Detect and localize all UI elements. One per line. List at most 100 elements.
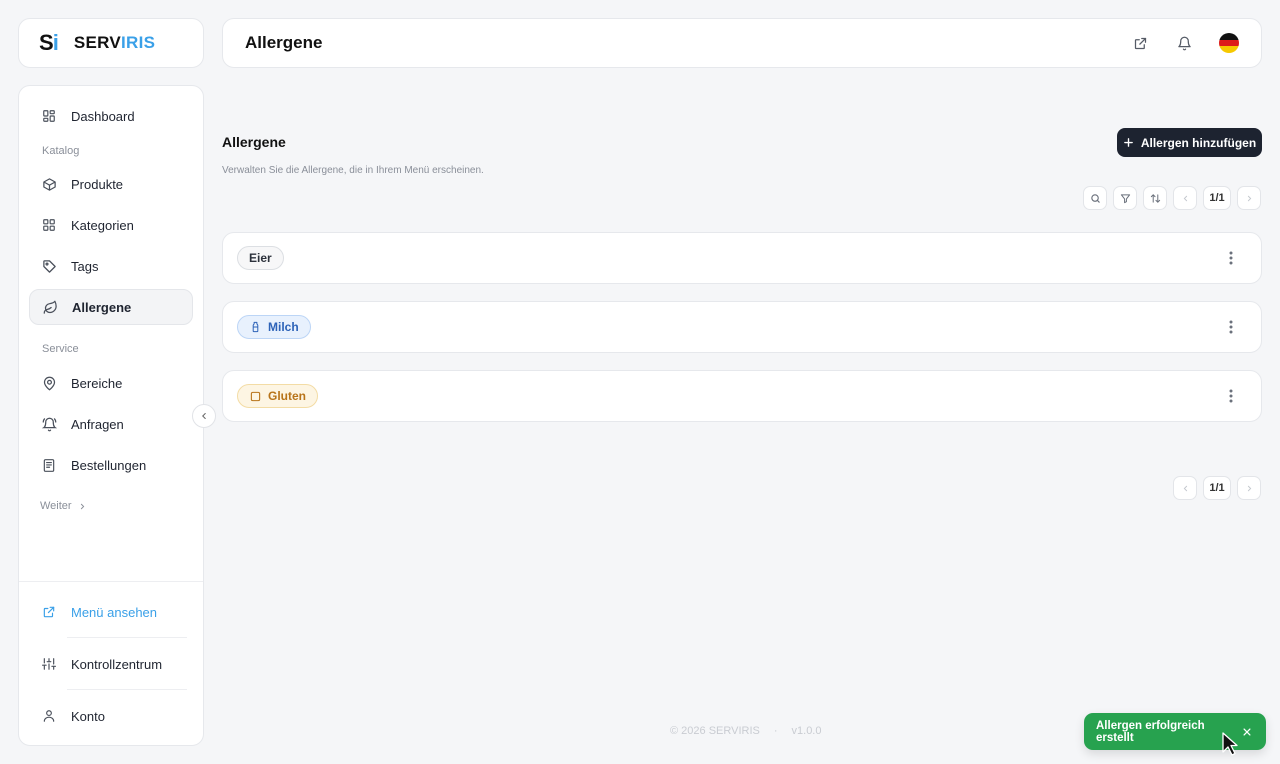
- sidebar-item-label: Konto: [71, 708, 105, 724]
- sidebar-section-catalog: Katalog: [42, 145, 80, 157]
- logo-word-main: SERV: [73, 33, 121, 52]
- footer-separator: ·: [773, 725, 778, 737]
- logo-wordmark: SERVIRIS: [74, 33, 155, 53]
- page-indicator: 1/1: [1203, 186, 1231, 210]
- sidebar-item-allergene[interactable]: Allergene: [29, 289, 193, 325]
- external-link-icon: [41, 604, 57, 620]
- sidebar-collapse-button[interactable]: [192, 404, 216, 428]
- sidebar-divider: [67, 637, 187, 638]
- plus-icon: [1123, 137, 1134, 148]
- footer-version: v1.0.0: [791, 725, 822, 737]
- sidebar-item-tags[interactable]: Tags: [29, 248, 193, 284]
- allergen-chip: Eier: [237, 246, 284, 270]
- sidebar-item-label: Kategorien: [71, 217, 134, 233]
- logo-mark-s: S: [39, 30, 54, 55]
- sidebar-item-label: Produkte: [71, 176, 124, 192]
- top-header: Allergene: [222, 18, 1262, 68]
- sidebar-item-dashboard[interactable]: Dashboard: [29, 98, 193, 134]
- sidebar-item-label: Bereiche: [71, 375, 123, 391]
- filter-button[interactable]: [1113, 186, 1137, 210]
- more-vertical-icon[interactable]: [1223, 386, 1239, 406]
- sidebar-section-service: Service: [42, 343, 79, 355]
- map-pin-icon: [41, 375, 57, 391]
- sidebar-item-bereiche[interactable]: Bereiche: [29, 365, 193, 401]
- sidebar-item-label: Menü ansehen: [71, 604, 158, 620]
- mouse-cursor-icon: [1222, 732, 1238, 756]
- sidebar-item-anfragen[interactable]: Anfragen: [29, 406, 193, 442]
- sidebar-more-label: Weiter: [40, 500, 72, 512]
- list-item[interactable]: Milch: [222, 301, 1262, 353]
- sidebar-item-bestellungen[interactable]: Bestellungen: [29, 447, 193, 483]
- sidebar-item-kategorien[interactable]: Kategorien: [29, 207, 193, 243]
- sidebar-item-label: Anfragen: [71, 416, 124, 432]
- list-item[interactable]: Eier: [222, 232, 1262, 284]
- sidebar-divider: [19, 581, 203, 582]
- bell-ring-icon: [41, 416, 57, 432]
- chevron-right-icon: [1245, 194, 1254, 203]
- chevron-left-icon: [199, 411, 209, 421]
- sidebar-item-kontrollzentrum[interactable]: Kontrollzentrum: [29, 646, 193, 682]
- sidebar-item-menu-view[interactable]: Menü ansehen: [29, 594, 193, 630]
- prev-page-button-bottom[interactable]: [1173, 476, 1197, 500]
- sort-button[interactable]: [1143, 186, 1167, 210]
- toast-message: Allergen erfolgreich erstellt: [1096, 719, 1205, 744]
- sliders-icon: [41, 656, 57, 672]
- logo-mark: Si: [39, 30, 59, 56]
- search-icon: [1090, 193, 1101, 204]
- search-button[interactable]: [1083, 186, 1107, 210]
- chevron-right-icon: [1245, 484, 1254, 493]
- chevron-left-icon: [1181, 194, 1190, 203]
- logo-word-accent: IRIS: [121, 33, 156, 52]
- add-allergen-label: Allergen hinzufügen: [1140, 135, 1257, 150]
- footer-copyright: © 2026 SERVIRIS: [670, 725, 760, 737]
- sidebar-item-label: Dashboard: [71, 108, 135, 124]
- sidebar: Dashboard Katalog Produkte Kategorien Ta…: [18, 85, 204, 746]
- logo-card[interactable]: Si SERVIRIS: [18, 18, 204, 68]
- more-vertical-icon[interactable]: [1223, 248, 1239, 268]
- next-page-button[interactable]: [1237, 186, 1261, 210]
- bell-icon[interactable]: [1175, 34, 1193, 52]
- milk-bottle-icon: [249, 321, 261, 333]
- logo-mark-i: i: [52, 30, 59, 55]
- section-title: Allergene: [222, 134, 286, 150]
- sidebar-item-label: Allergene: [72, 299, 132, 315]
- page-title: Allergene: [245, 33, 323, 52]
- sidebar-item-label: Bestellungen: [71, 457, 147, 473]
- sidebar-item-label: Tags: [71, 258, 99, 274]
- allergen-chip: Gluten: [237, 384, 318, 408]
- allergen-name: Gluten: [268, 389, 306, 403]
- external-link-icon[interactable]: [1131, 34, 1149, 52]
- tag-icon: [41, 258, 57, 274]
- allergen-name: Milch: [268, 320, 299, 334]
- box-icon: [41, 176, 57, 192]
- sidebar-item-produkte[interactable]: Produkte: [29, 166, 193, 202]
- grid-icon: [41, 217, 57, 233]
- prev-page-button[interactable]: [1173, 186, 1197, 210]
- success-toast: Allergen erfolgreich erstellt: [1084, 713, 1266, 750]
- footer: © 2026 SERVIRIS · v1.0.0: [670, 725, 821, 737]
- next-page-button-bottom[interactable]: [1237, 476, 1261, 500]
- add-allergen-button[interactable]: Allergen hinzufügen: [1117, 128, 1262, 157]
- sidebar-item-label: Kontrollzentrum: [71, 656, 163, 672]
- user-icon: [41, 708, 57, 724]
- filter-icon: [1120, 193, 1131, 204]
- header-actions: [1131, 33, 1239, 53]
- chevron-right-icon: [78, 502, 87, 511]
- chevron-left-icon: [1181, 484, 1190, 493]
- sidebar-item-konto[interactable]: Konto: [29, 698, 193, 734]
- sidebar-more-toggle[interactable]: Weiter: [40, 500, 87, 512]
- sidebar-divider: [67, 689, 187, 690]
- allergen-chip: Milch: [237, 315, 311, 339]
- sort-icon: [1150, 193, 1161, 204]
- allergen-name: Eier: [249, 251, 272, 265]
- dashboard-icon: [41, 108, 57, 124]
- leaf-icon: [42, 299, 58, 315]
- list-item[interactable]: Gluten: [222, 370, 1262, 422]
- section-description: Verwalten Sie die Allergene, die in Ihre…: [222, 165, 484, 176]
- receipt-icon: [41, 457, 57, 473]
- more-vertical-icon[interactable]: [1223, 317, 1239, 337]
- page-indicator-bottom: 1/1: [1203, 476, 1231, 500]
- square-icon: [249, 390, 261, 402]
- german-flag-icon[interactable]: [1219, 33, 1239, 53]
- close-icon[interactable]: [1240, 725, 1254, 739]
